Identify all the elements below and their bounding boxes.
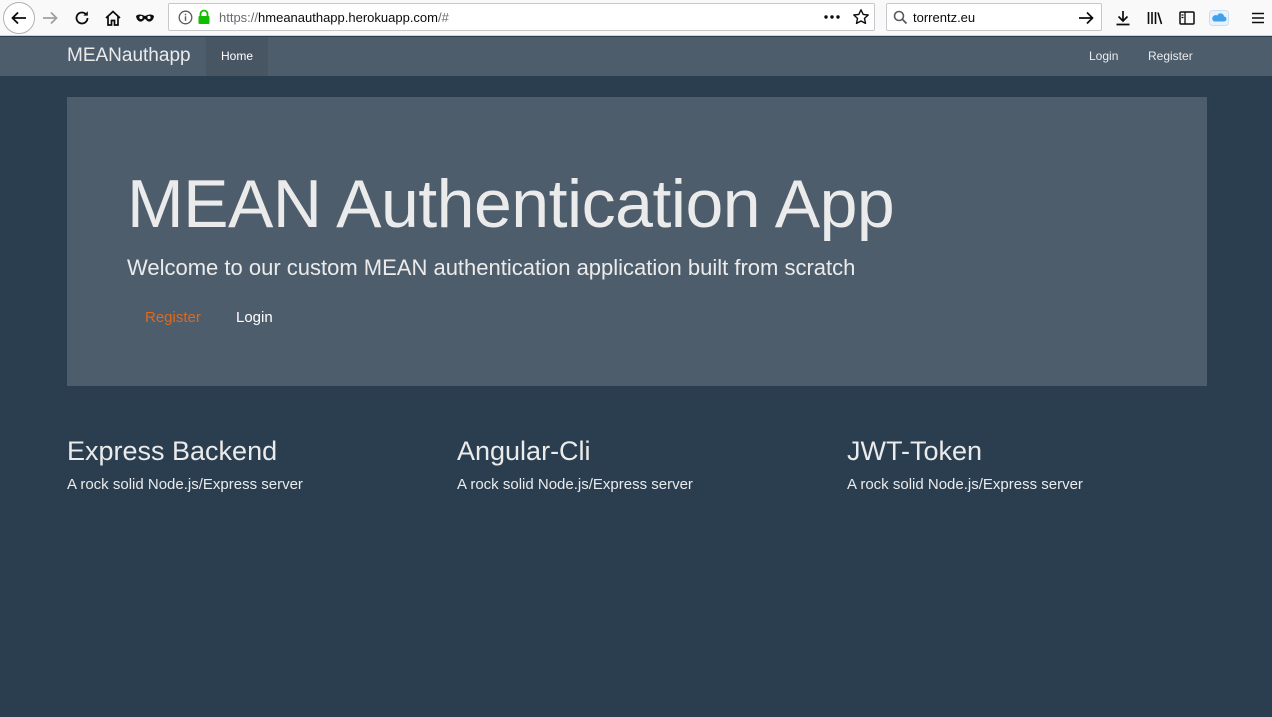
downloads-button[interactable] xyxy=(1109,4,1137,32)
cloud-extension-button[interactable] xyxy=(1205,4,1233,32)
search-bar[interactable]: torrentz.eu xyxy=(886,3,1102,31)
jumbotron: MEAN Authentication App Welcome to our c… xyxy=(67,97,1207,386)
menu-icon xyxy=(1252,12,1264,24)
mask-icon xyxy=(136,14,154,22)
nav-home[interactable]: Home xyxy=(206,37,268,76)
library-button[interactable] xyxy=(1141,4,1169,32)
nav-login[interactable]: Login xyxy=(1089,37,1118,76)
nav-register[interactable]: Register xyxy=(1148,37,1193,76)
page-title: MEAN Authentication App xyxy=(127,166,895,242)
bookmark-button[interactable] xyxy=(852,8,870,31)
url-scheme: https:// xyxy=(219,10,259,25)
feature-express: Express Backend A rock solid Node.js/Exp… xyxy=(67,435,427,493)
download-icon xyxy=(1116,11,1130,26)
site-navbar: MEANauthapp Home Login Register xyxy=(0,37,1272,76)
secure-connection[interactable] xyxy=(197,9,211,30)
forward-button[interactable] xyxy=(36,4,64,32)
lead-text: Welcome to our custom MEAN authenticatio… xyxy=(127,255,856,280)
url-path: /# xyxy=(438,10,449,25)
feature-text: A rock solid Node.js/Express server xyxy=(847,476,1083,493)
url-host: hmeanauthapp.herokuapp.com xyxy=(258,10,438,25)
back-arrow-icon xyxy=(11,11,26,25)
feature-jwt: JWT-Token A rock solid Node.js/Express s… xyxy=(847,435,1207,493)
home-icon xyxy=(105,10,121,26)
lock-icon xyxy=(198,9,210,24)
feature-title: Express Backend xyxy=(67,436,278,466)
feature-angular: Angular-Cli A rock solid Node.js/Express… xyxy=(457,435,817,493)
sidebar-icon xyxy=(1179,11,1195,25)
url-bar[interactable]: https://hmeanauthapp.herokuapp.com/# xyxy=(168,3,875,31)
menu-button[interactable] xyxy=(1244,4,1272,32)
login-button[interactable]: Login xyxy=(236,309,273,326)
url-text[interactable]: https://hmeanauthapp.herokuapp.com/# xyxy=(219,10,449,25)
forward-arrow-icon xyxy=(43,11,58,25)
page-actions-button[interactable] xyxy=(823,10,841,29)
home-button[interactable] xyxy=(99,4,127,32)
more-icon xyxy=(824,15,840,19)
feature-title: Angular-Cli xyxy=(457,436,591,466)
reload-icon xyxy=(75,11,89,25)
browser-toolbar: https://hmeanauthapp.herokuapp.com/# tor… xyxy=(0,0,1272,36)
info-icon xyxy=(178,10,193,25)
go-arrow-icon xyxy=(1079,11,1094,25)
sidebar-button[interactable] xyxy=(1173,4,1201,32)
cloud-icon xyxy=(1209,10,1229,26)
library-icon xyxy=(1147,12,1163,25)
reload-button[interactable] xyxy=(68,4,96,32)
brand-link[interactable]: MEANauthapp xyxy=(67,45,191,67)
back-button[interactable] xyxy=(3,2,35,34)
search-icon xyxy=(893,10,908,25)
feature-title: JWT-Token xyxy=(847,436,983,466)
feature-text: A rock solid Node.js/Express server xyxy=(457,476,693,493)
site-info-button[interactable] xyxy=(178,10,193,30)
search-input[interactable]: torrentz.eu xyxy=(913,10,975,25)
feature-text: A rock solid Node.js/Express server xyxy=(67,476,303,493)
search-go-button[interactable] xyxy=(1077,9,1095,32)
register-button[interactable]: Register xyxy=(145,309,201,326)
bookmark-star-icon xyxy=(853,9,869,25)
private-mode-button[interactable] xyxy=(131,4,159,32)
